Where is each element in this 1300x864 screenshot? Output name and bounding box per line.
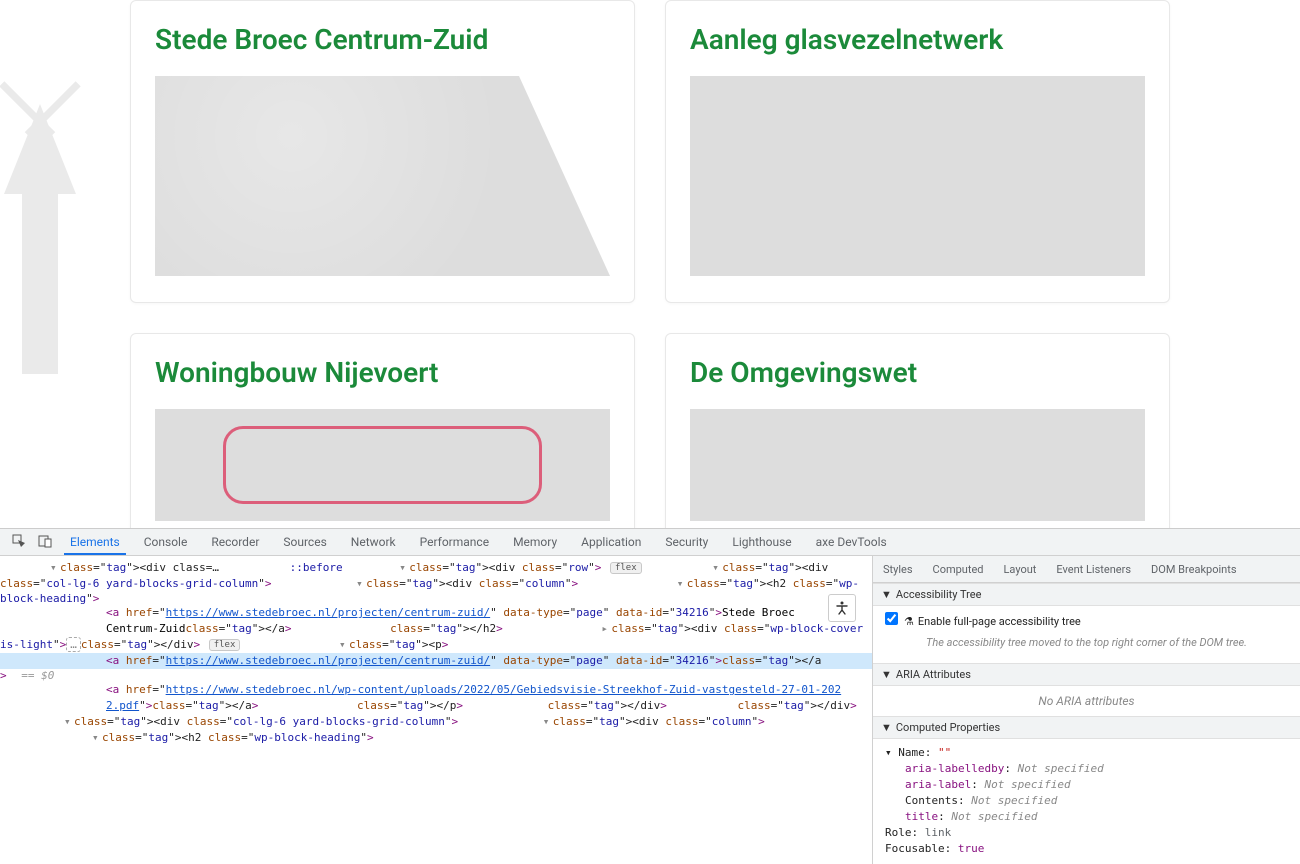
cards-grid: Stede Broec Centrum-Zuid Aanleg glasveze… (0, 0, 1300, 528)
devtools-tab-network[interactable]: Network (339, 530, 408, 554)
devtools-panel: ElementsConsoleRecorderSourcesNetworkPer… (0, 528, 1300, 864)
inspect-icon[interactable] (6, 530, 32, 555)
prop-aria-labelledby: aria-labelledby: Not specified (885, 761, 1288, 777)
card-title[interactable]: Woningbouw Nijevoert (155, 356, 610, 389)
flask-icon: ⚗ (904, 615, 914, 628)
card-glasvezel[interactable]: Aanleg glasvezelnetwerk (665, 0, 1170, 303)
devtools-tab-sources[interactable]: Sources (271, 530, 338, 554)
card-image (155, 409, 610, 521)
card-image (690, 409, 1145, 521)
card-nijevoert[interactable]: Woningbouw Nijevoert (130, 333, 635, 528)
devtools-tab-performance[interactable]: Performance (408, 530, 501, 554)
prop-aria-label: aria-label: Not specified (885, 777, 1288, 793)
prop-role: Role: link (885, 825, 1288, 841)
prop-focusable: Focusable: true (885, 841, 1288, 857)
card-image (690, 76, 1145, 276)
prop-title: title: Not specified (885, 809, 1288, 825)
sidebar-panel: StylesComputedLayoutEvent ListenersDOM B… (872, 556, 1300, 864)
devtools-tab-axe-devtools[interactable]: axe DevTools (804, 530, 899, 554)
section-computed-props[interactable]: ▼Computed Properties (873, 716, 1300, 739)
prop-contents: Contents: Not specified (885, 793, 1288, 809)
devtools-tab-recorder[interactable]: Recorder (199, 530, 271, 554)
elements-tree[interactable]: ▾class="tag"><div class=… ::before ▾clas… (0, 556, 872, 864)
section-accessibility-tree[interactable]: ▼Accessibility Tree (873, 583, 1300, 606)
devtools-tab-console[interactable]: Console (132, 530, 200, 554)
prop-name: ▾ Name: "" (885, 745, 1288, 761)
card-omgevingswet[interactable]: De Omgevingswet (665, 333, 1170, 528)
sidebar-tab-layout[interactable]: Layout (994, 558, 1047, 581)
card-title[interactable]: Stede Broec Centrum-Zuid (155, 23, 610, 56)
accessibility-toggle-button[interactable] (828, 594, 856, 622)
section-aria-attrs[interactable]: ▼ARIA Attributes (873, 663, 1300, 686)
devtools-tab-lighthouse[interactable]: Lighthouse (720, 530, 803, 554)
computed-props-body: ▾ Name: "" aria-labelledby: Not specifie… (873, 739, 1300, 863)
card-image (155, 76, 610, 276)
a11y-tree-body: ⚗Enable full-page accessibility tree The… (873, 606, 1300, 663)
a11y-checkbox[interactable] (885, 612, 898, 625)
sidebar-tab-event-listeners[interactable]: Event Listeners (1046, 558, 1141, 581)
devtools-tab-application[interactable]: Application (569, 530, 653, 554)
aria-none-message: No ARIA attributes (873, 686, 1300, 716)
devtools-body: ▾class="tag"><div class=… ::before ▾clas… (0, 556, 1300, 864)
devtools-tab-elements[interactable]: Elements (58, 530, 132, 554)
a11y-tree-message: The accessibility tree moved to the top … (885, 628, 1288, 657)
card-centrum-zuid[interactable]: Stede Broec Centrum-Zuid (130, 0, 635, 303)
devtools-tabbar: ElementsConsoleRecorderSourcesNetworkPer… (0, 529, 1300, 556)
devtools-tab-security[interactable]: Security (653, 530, 720, 554)
card-title[interactable]: Aanleg glasvezelnetwerk (690, 23, 1145, 56)
device-icon[interactable] (32, 530, 58, 555)
sidebar-tab-computed[interactable]: Computed (923, 558, 994, 581)
sidebar-tabs: StylesComputedLayoutEvent ListenersDOM B… (873, 556, 1300, 583)
enable-fullpage-a11y-checkbox[interactable]: ⚗Enable full-page accessibility tree (885, 615, 1081, 628)
sidebar-tab-dom-breakpoints[interactable]: DOM Breakpoints (1141, 558, 1246, 581)
devtools-tab-memory[interactable]: Memory (501, 530, 569, 554)
sidebar-tab-styles[interactable]: Styles (873, 558, 923, 581)
page-content: Stede Broec Centrum-Zuid Aanleg glasveze… (0, 0, 1300, 528)
card-title[interactable]: De Omgevingswet (690, 356, 1145, 389)
